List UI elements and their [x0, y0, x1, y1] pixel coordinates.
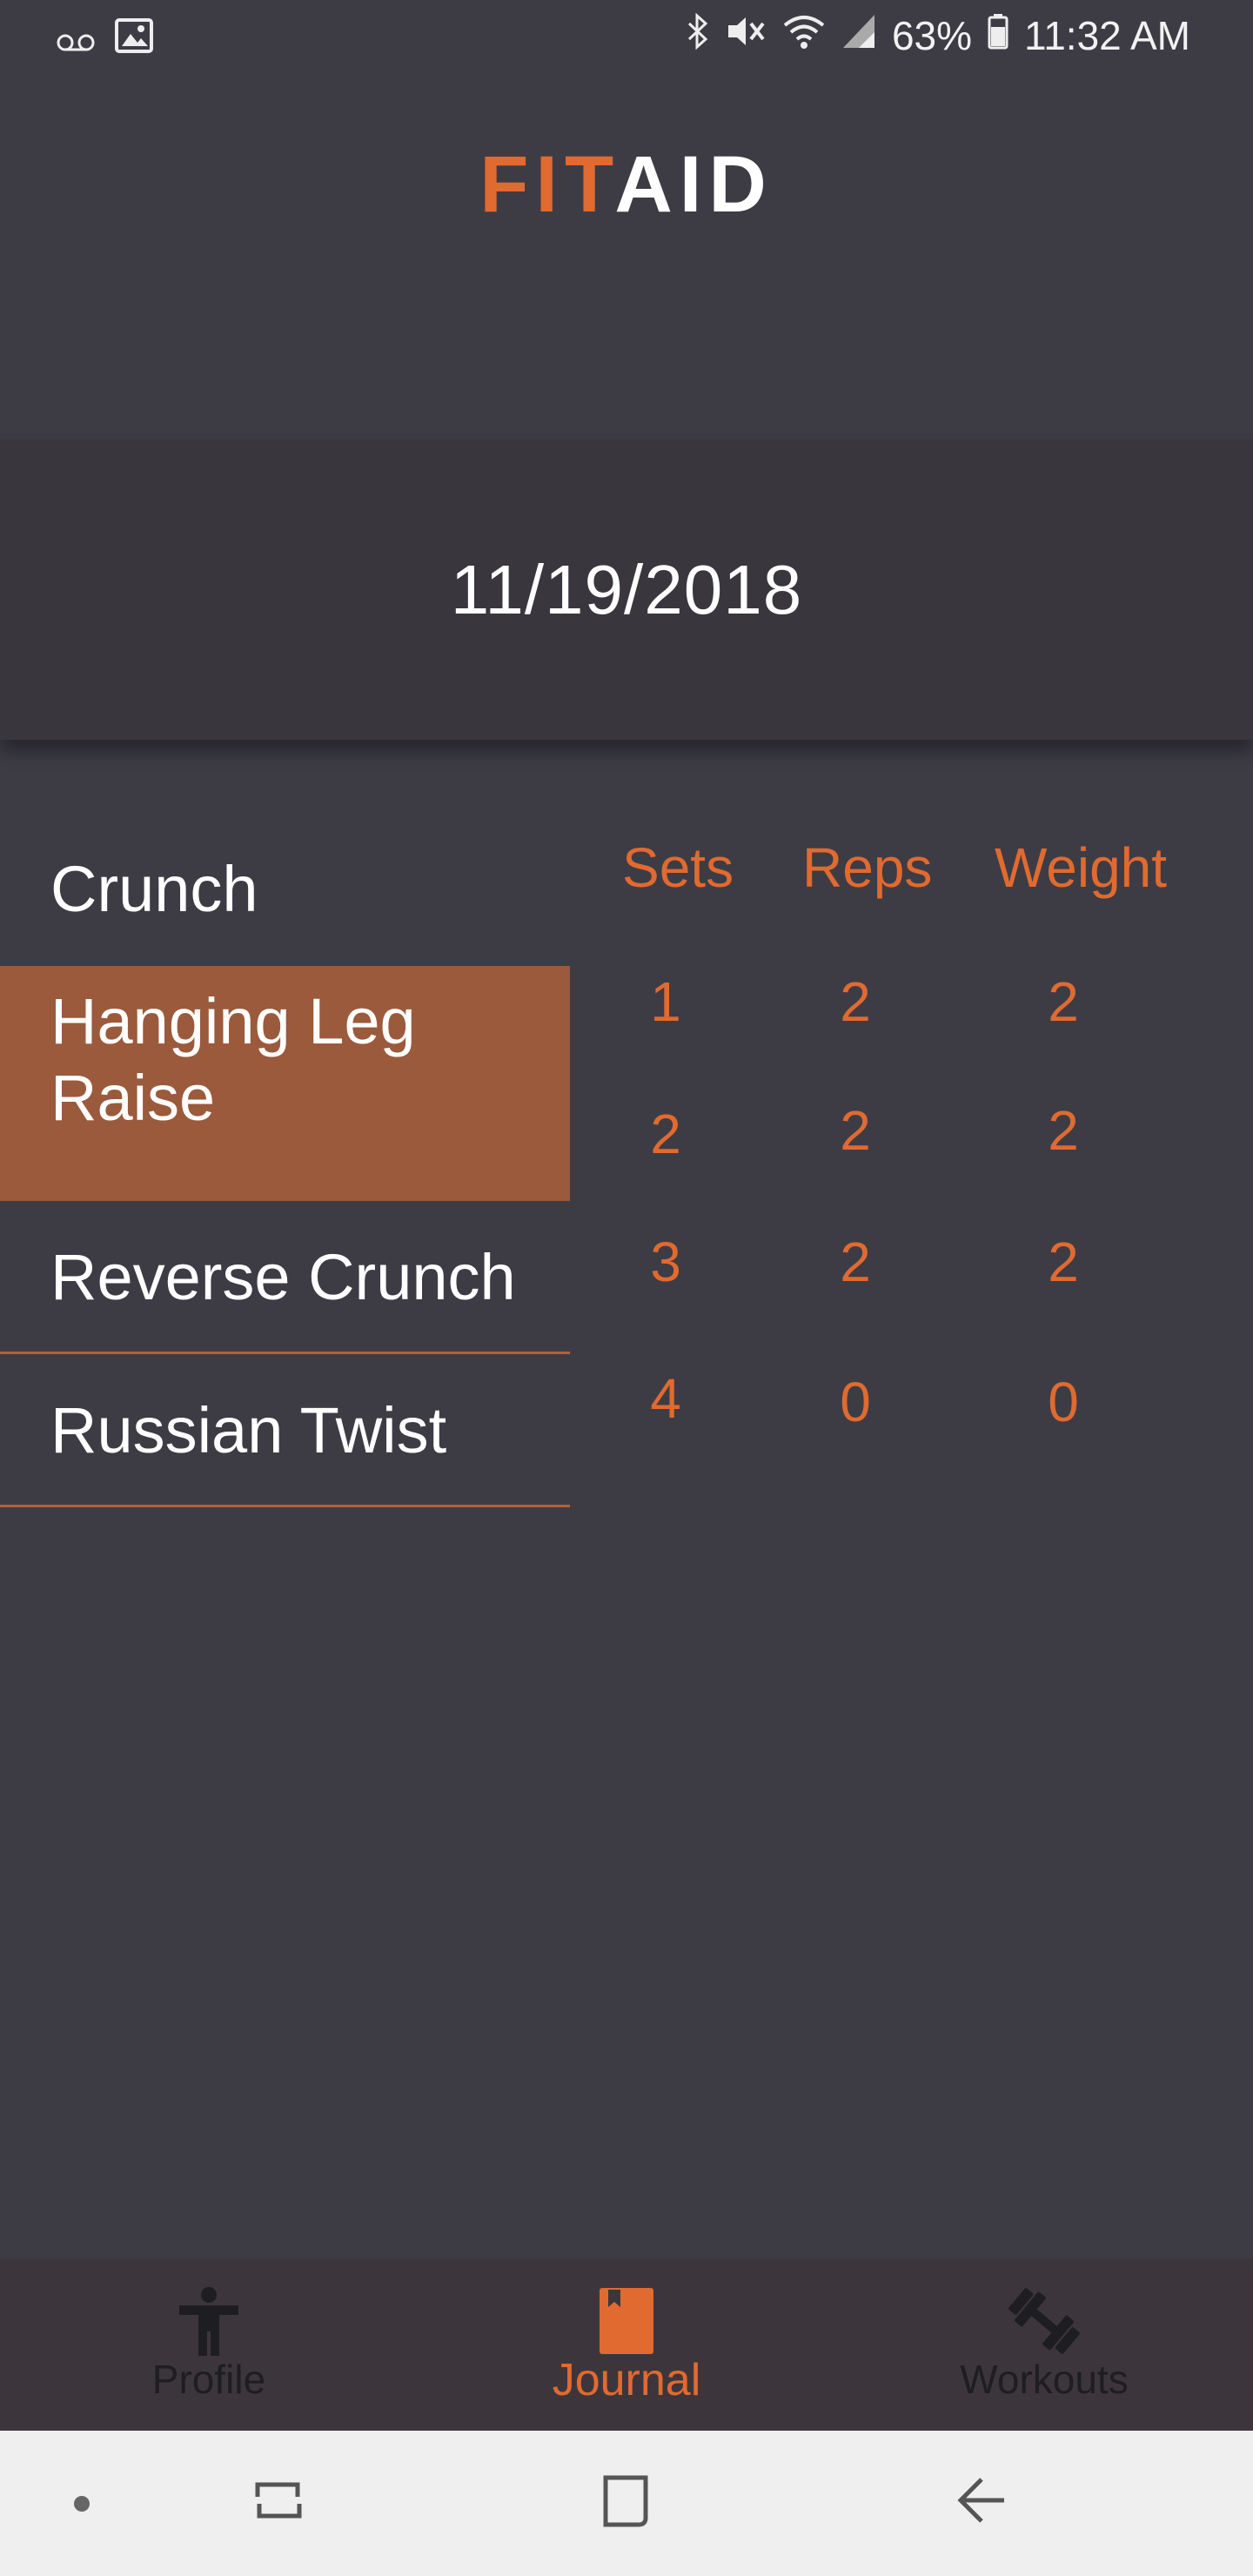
column-header-sets: Sets [622, 836, 734, 899]
date-header[interactable]: 11/19/2018 [0, 439, 1253, 740]
column-header-reps: Reps [802, 836, 933, 899]
exercise-item-hanging-leg-raise[interactable]: Hanging Leg Raise [0, 966, 570, 1201]
logo-fit: FIT [479, 140, 615, 229]
exercise-label: Reverse Crunch [50, 1241, 516, 1313]
exercise-label: Hanging Leg Raise [50, 985, 416, 1134]
reps-value[interactable]: 2 [794, 1230, 916, 1294]
journal-date: 11/19/2018 [450, 550, 803, 628]
status-bar: 63% 11:32 AM [0, 0, 1253, 75]
tab-journal-label: Journal [552, 2355, 701, 2405]
tab-profile-label: Profile [151, 2357, 266, 2402]
weight-value[interactable]: 2 [1002, 969, 1124, 1034]
back-icon[interactable] [955, 2474, 1008, 2531]
voicemail-icon [56, 16, 96, 63]
battery-icon [988, 12, 1008, 59]
tab-profile[interactable]: Profile [104, 2258, 313, 2431]
person-icon [176, 2286, 242, 2360]
exercise-label: Russian Twist [50, 1394, 447, 1466]
set-number: 1 [650, 970, 681, 1033]
bluetooth-icon [687, 12, 709, 59]
image-icon [115, 16, 153, 63]
exercise-item-russian-twist[interactable]: Russian Twist [0, 1354, 570, 1507]
reps-value[interactable]: 0 [794, 1370, 916, 1434]
dumbbell-icon [1007, 2286, 1082, 2360]
weight-value[interactable]: 0 [1002, 1370, 1124, 1434]
recent-apps-icon[interactable] [252, 2474, 305, 2531]
set-number: 3 [650, 1231, 681, 1293]
tab-workouts[interactable]: Workouts [940, 2258, 1149, 2431]
exercise-item-crunch[interactable]: Crunch [0, 818, 570, 966]
wifi-icon [782, 12, 826, 59]
home-icon[interactable] [602, 2474, 654, 2532]
bottom-nav: Profile Journal Workouts [0, 2258, 1253, 2431]
mute-icon [725, 12, 767, 59]
tab-workouts-label: Workouts [960, 2357, 1129, 2402]
reps-value[interactable]: 2 [794, 969, 916, 1034]
set-number: 2 [650, 1103, 681, 1165]
weight-value[interactable]: 2 [1002, 1230, 1124, 1294]
reps-value[interactable]: 2 [794, 1098, 916, 1163]
weight-value[interactable]: 2 [1002, 1098, 1124, 1163]
column-header-weight: Weight [995, 836, 1168, 899]
system-nav-bar [0, 2431, 1253, 2576]
exercise-item-reverse-crunch[interactable]: Reverse Crunch [0, 1201, 570, 1354]
dot-icon [73, 2495, 90, 2517]
exercise-label: Crunch [50, 853, 258, 925]
set-number: 4 [650, 1367, 681, 1430]
app-logo: FITAID [0, 139, 1253, 231]
signal-icon [841, 12, 876, 59]
tab-journal[interactable]: Journal [522, 2258, 731, 2431]
journal-icon [598, 2286, 655, 2360]
logo-aid: AID [614, 140, 774, 229]
battery-percent: 63% [891, 13, 973, 58]
exercise-list: Crunch Hanging Leg Raise Reverse Crunch … [0, 818, 570, 1507]
clock: 11:32 AM [1024, 13, 1190, 58]
